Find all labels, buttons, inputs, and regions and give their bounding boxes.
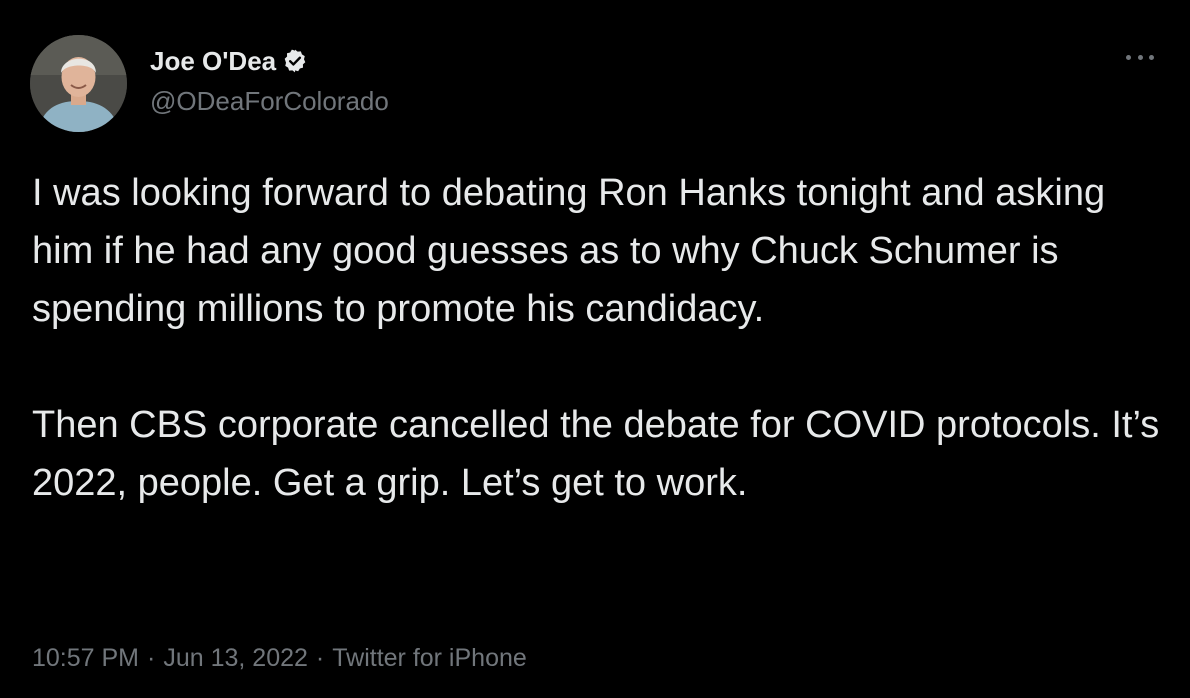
author-name-row[interactable]: Joe O'Dea bbox=[150, 44, 308, 78]
author-handle[interactable]: @ODeaForColorado bbox=[150, 86, 389, 117]
separator-dot: · bbox=[315, 644, 325, 672]
avatar-photo bbox=[30, 35, 127, 132]
tweet-text: I was looking forward to debating Ron Ha… bbox=[32, 172, 1160, 504]
tweet-metadata: 10:57 PM · Jun 13, 2022 · Twitter for iP… bbox=[32, 644, 527, 673]
tweet-source[interactable]: Twitter for iPhone bbox=[332, 644, 527, 673]
tweet-time[interactable]: 10:57 PM bbox=[32, 644, 139, 673]
tweet-card: Joe O'Dea @ODeaForColorado I was looking… bbox=[0, 0, 1190, 698]
avatar[interactable] bbox=[30, 35, 127, 132]
separator-dot: · bbox=[147, 644, 156, 672]
more-options-icon[interactable] bbox=[1126, 52, 1154, 62]
tweet-date[interactable]: Jun 13, 2022 bbox=[163, 644, 308, 673]
display-name[interactable]: Joe O'Dea bbox=[150, 46, 276, 77]
verified-badge-icon bbox=[282, 48, 308, 74]
